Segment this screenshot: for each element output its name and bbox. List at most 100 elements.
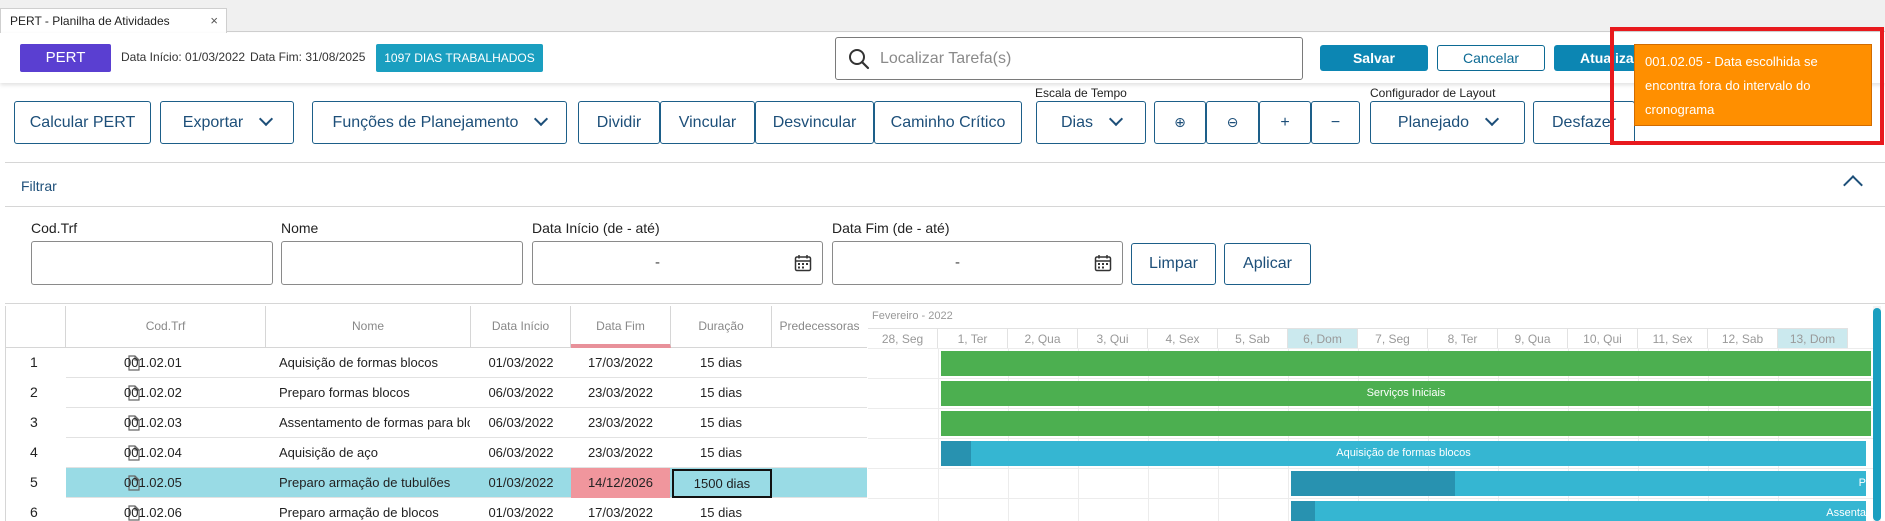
gantt-summary-bar[interactable] [941, 351, 1871, 376]
link-button[interactable]: Vincular [660, 101, 755, 144]
gantt-day-header: 5, Sab [1218, 328, 1288, 348]
column-header-duration[interactable]: Duração [671, 306, 772, 348]
export-dropdown[interactable]: Exportar [160, 101, 294, 144]
zoom-out-icon: ⊖ [1226, 114, 1239, 130]
task-name: Preparo formas blocos [279, 385, 410, 400]
section-divider [5, 303, 1885, 304]
error-toast[interactable]: 001.02.05 - Data escolhida se encontra f… [1634, 44, 1872, 126]
row-number-header [6, 306, 66, 348]
gantt-bar-label: Aquisição de formas blocos [1336, 447, 1471, 459]
chevron-down-icon [259, 111, 274, 127]
column-header-code[interactable]: Cod.Trf [66, 306, 266, 348]
scrollbar-thumb[interactable] [1873, 308, 1881, 521]
name-filter-label: Nome [281, 220, 319, 236]
gantt-row-line [868, 438, 1880, 439]
zoom-out-button[interactable]: ⊖ [1206, 101, 1259, 144]
task-name: Aquisição de formas blocos [279, 355, 438, 370]
pert-badge: PERT [20, 44, 111, 72]
chevron-down-icon [1108, 111, 1124, 127]
gantt-progress [941, 441, 971, 466]
calendar-icon[interactable] [794, 254, 812, 272]
task-code: 001.02.02 [124, 385, 182, 400]
table-row[interactable]: 6 001.02.06 Preparo armação de blocos 01… [6, 498, 867, 521]
row-number: 1 [6, 348, 66, 378]
start-date-label: Data Início: 01/03/2022 [121, 50, 246, 64]
task-name: Aquisição de aço [279, 445, 379, 460]
end-range-label: Data Fim (de - até) [832, 220, 950, 236]
save-button[interactable]: Salvar [1320, 45, 1428, 71]
gantt-task-bar[interactable]: Aquisição de formas blocos [941, 441, 1866, 466]
task-code: 001.02.05 [124, 475, 182, 490]
gantt-day-header: 7, Seg [1358, 328, 1428, 348]
minus-icon: − [1330, 114, 1341, 131]
table-row[interactable]: 2 001.02.02 Preparo formas blocos 06/03/… [6, 378, 867, 408]
task-start: 01/03/2022 [488, 475, 554, 490]
expand-button[interactable]: + [1259, 101, 1311, 144]
duration-edit-cell[interactable]: 1500 dias [672, 469, 772, 498]
range-separator: - [955, 254, 960, 271]
task-name: Assentamento de formas para blocos [279, 415, 470, 430]
table-row[interactable]: 1 001.02.01 Aquisição de formas blocos 0… [6, 348, 867, 378]
row-number: 2 [6, 378, 66, 408]
chevron-down-icon [1485, 111, 1500, 127]
layout-config-dropdown[interactable]: Planejado [1370, 101, 1525, 144]
unlink-button[interactable]: Desvincular [755, 101, 874, 144]
gantt-day-header: 13, Dom [1778, 328, 1848, 348]
code-filter-label: Cod.Trf [31, 220, 78, 236]
search-box [835, 37, 1303, 80]
apply-filter-button[interactable]: Aplicar [1224, 243, 1311, 285]
collapse-button[interactable]: − [1311, 101, 1360, 144]
gantt-chart: Fevereiro - 2022 28, Seg 1, Ter 2, Qua 3… [868, 306, 1880, 521]
tab-strip: PERT - Planilha de Atividades (Principal… [0, 0, 1885, 52]
filter-title[interactable]: Filtrar [21, 178, 57, 194]
task-end-error[interactable]: 14/12/2026 [571, 468, 670, 498]
header-bar: PERT Data Início: 01/03/2022 Data Fim: 3… [0, 33, 1885, 83]
chevron-up-icon[interactable] [1843, 175, 1863, 195]
section-divider [5, 206, 1885, 207]
gantt-day-header: 6, Dom [1288, 328, 1358, 348]
calculate-pert-button[interactable]: Calcular PERT [14, 101, 151, 144]
gantt-summary-bar[interactable]: Serviços Iniciais [941, 381, 1871, 406]
table-row[interactable]: 4 001.02.04 Aquisição de aço 06/03/2022 … [6, 438, 867, 468]
name-filter-input[interactable] [281, 241, 523, 285]
vertical-scrollbar[interactable] [1873, 306, 1881, 521]
start-range-input[interactable]: - [532, 241, 823, 285]
gantt-day-header: 4, Sex [1148, 328, 1218, 348]
close-icon[interactable]: × [210, 9, 218, 33]
gantt-task-bar[interactable]: Assenta [1291, 501, 1866, 521]
row-number: 5 [6, 468, 66, 498]
task-end: 23/03/2022 [587, 445, 654, 460]
zoom-in-button[interactable]: ⊕ [1154, 101, 1206, 144]
task-duration: 15 dias [700, 415, 742, 430]
task-start: 01/03/2022 [488, 505, 554, 520]
gantt-bar-label: Serviços Iniciais [1366, 387, 1446, 399]
gantt-day-header: 11, Sex [1638, 328, 1708, 348]
cancel-button[interactable]: Cancelar [1437, 45, 1545, 71]
search-input[interactable] [880, 44, 1290, 74]
gantt-day-header: 9, Qua [1498, 328, 1568, 348]
task-duration: 15 dias [700, 445, 742, 460]
table-row[interactable]: 3 001.02.03 Assentamento de formas para … [6, 408, 867, 438]
planning-functions-dropdown[interactable]: Funções de Planejamento [312, 101, 567, 144]
tab-pert-worksheet[interactable]: PERT - Planilha de Atividades (Principal… [0, 8, 227, 52]
start-range-label: Data Início (de - até) [532, 220, 660, 236]
code-filter-input[interactable] [31, 241, 273, 285]
gantt-task-bar[interactable]: P [1291, 471, 1866, 496]
critical-path-button[interactable]: Caminho Crítico [874, 101, 1022, 144]
task-start: 06/03/2022 [488, 415, 554, 430]
column-header-predecessors[interactable]: Predecessoras [772, 306, 867, 348]
gantt-summary-bar[interactable] [941, 411, 1871, 436]
column-header-start[interactable]: Data Início [471, 306, 571, 348]
search-icon [849, 49, 870, 70]
gantt-progress [1291, 471, 1455, 496]
time-scale-dropdown[interactable]: Dias [1036, 101, 1146, 144]
column-header-end[interactable]: Data Fim [571, 306, 671, 348]
column-header-name[interactable]: Nome [266, 306, 471, 348]
task-start: 06/03/2022 [488, 445, 554, 460]
calendar-icon[interactable] [1094, 254, 1112, 272]
end-range-input[interactable]: - [832, 241, 1123, 285]
task-end: 23/03/2022 [587, 415, 654, 430]
clear-filter-button[interactable]: Limpar [1131, 243, 1216, 285]
split-button[interactable]: Dividir [578, 101, 660, 144]
table-row-selected[interactable]: 5 001.02.05 Preparo armação de tubulões … [6, 468, 867, 498]
